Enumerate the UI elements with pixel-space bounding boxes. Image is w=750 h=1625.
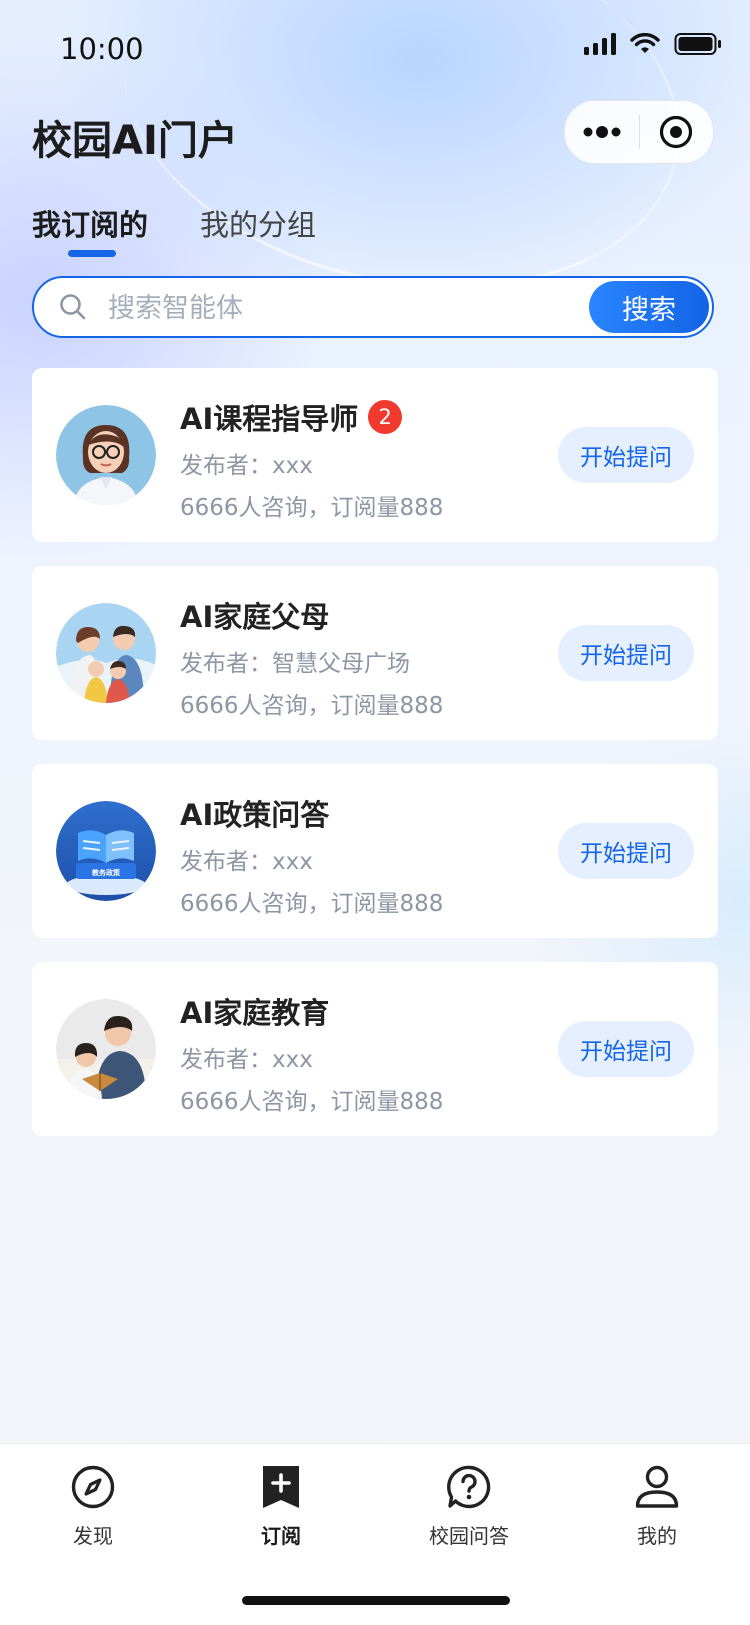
tabbar-label: 我的 bbox=[637, 1524, 677, 1548]
agent-publisher: 发布者：xxx bbox=[180, 849, 313, 875]
status-icons bbox=[584, 32, 722, 56]
status-time: 10:00 bbox=[60, 32, 144, 66]
parent-reading-avatar bbox=[56, 999, 156, 1099]
book-avatar: 教务政策 bbox=[56, 801, 156, 901]
start-asking-button[interactable]: 开始提问 bbox=[558, 823, 694, 879]
agent-name-text: AI家庭父母 bbox=[180, 600, 330, 634]
agent-publisher: 发布者：xxx bbox=[180, 1047, 313, 1073]
battery-icon bbox=[674, 33, 721, 55]
agent-name: AI课程指导师 2 bbox=[180, 396, 403, 438]
signal-icon bbox=[584, 33, 616, 55]
agent-name: AI家庭父母 bbox=[180, 594, 329, 636]
more-button[interactable] bbox=[565, 101, 639, 163]
agent-stats: 6666人咨询，订阅量888 bbox=[180, 891, 444, 917]
agent-publisher: 发布者：智慧父母广场 bbox=[180, 651, 410, 677]
avatar-caption: 教务政策 bbox=[92, 869, 120, 877]
tabbar-item-campus-qa[interactable]: 校园问答 bbox=[409, 1464, 529, 1560]
teacher-avatar bbox=[56, 405, 156, 505]
agent-stats: 6666人咨询，订阅量888 bbox=[180, 495, 444, 521]
tabbar-label: 订阅 bbox=[261, 1524, 301, 1548]
agent-card: AI课程指导师 2 发布者：xxx 6666人咨询，订阅量888 开始提问 bbox=[32, 368, 718, 542]
tab-my-groups[interactable]: 我的分组 bbox=[200, 202, 316, 244]
wifi-icon bbox=[630, 33, 660, 53]
miniprogram-capsule bbox=[564, 100, 714, 164]
tabbar-item-subscribe[interactable]: 订阅 bbox=[221, 1464, 341, 1560]
target-close-icon bbox=[660, 115, 693, 149]
start-asking-button[interactable]: 开始提问 bbox=[558, 427, 694, 483]
search-button[interactable]: 搜索 bbox=[589, 281, 709, 333]
page-title: 校园AI门户 bbox=[32, 118, 238, 164]
start-asking-button[interactable]: 开始提问 bbox=[558, 1021, 694, 1077]
agent-card: 教务政策 AI政策问答 发布者：xxx 6666人咨询，订阅量888 开始提问 bbox=[32, 764, 718, 938]
bookmark-plus-icon bbox=[263, 1466, 299, 1508]
start-asking-button[interactable]: 开始提问 bbox=[558, 625, 694, 681]
agent-name-text: AI课程指导师 bbox=[180, 402, 359, 436]
agent-name: AI家庭教育 bbox=[180, 990, 329, 1032]
search-bar: 搜索 bbox=[32, 276, 714, 338]
tabbar-item-mine[interactable]: 我的 bbox=[597, 1464, 717, 1560]
search-input[interactable] bbox=[106, 286, 610, 330]
home-indicator bbox=[242, 1596, 510, 1605]
close-miniprogram-button[interactable] bbox=[640, 101, 714, 163]
agent-publisher: 发布者：xxx bbox=[180, 453, 313, 479]
agent-card: AI家庭教育 发布者：xxx 6666人咨询，订阅量888 开始提问 bbox=[32, 962, 718, 1136]
tab-subscribed[interactable]: 我订阅的 bbox=[32, 202, 148, 244]
tabbar-label: 发现 bbox=[73, 1524, 113, 1548]
agent-stats: 6666人咨询，订阅量888 bbox=[180, 1089, 444, 1115]
page: 10:00 校园AI门户 我订阅的 我的分组 搜索智能体 搜索 AI课程指导师 … bbox=[0, 0, 750, 1625]
agent-name: AI政策问答 bbox=[180, 792, 329, 834]
agent-name-text: AI政策问答 bbox=[180, 798, 330, 832]
family-avatar bbox=[56, 603, 156, 703]
unread-badge: 2 bbox=[368, 400, 403, 434]
agent-card: AI家庭父母 发布者：智慧父母广场 6666人咨询，订阅量888 开始提问 bbox=[32, 566, 718, 740]
tabbar-label: 校园问答 bbox=[429, 1524, 509, 1548]
question-icon bbox=[447, 1465, 491, 1509]
user-icon bbox=[635, 1465, 679, 1508]
more-dots-icon bbox=[583, 126, 621, 138]
search-icon bbox=[60, 294, 86, 320]
agent-stats: 6666人咨询，订阅量888 bbox=[180, 693, 444, 719]
tab-active-indicator bbox=[68, 250, 116, 257]
agent-name-text: AI家庭教育 bbox=[180, 996, 330, 1030]
compass-icon bbox=[71, 1465, 115, 1509]
tabbar-item-discover[interactable]: 发现 bbox=[33, 1464, 153, 1560]
